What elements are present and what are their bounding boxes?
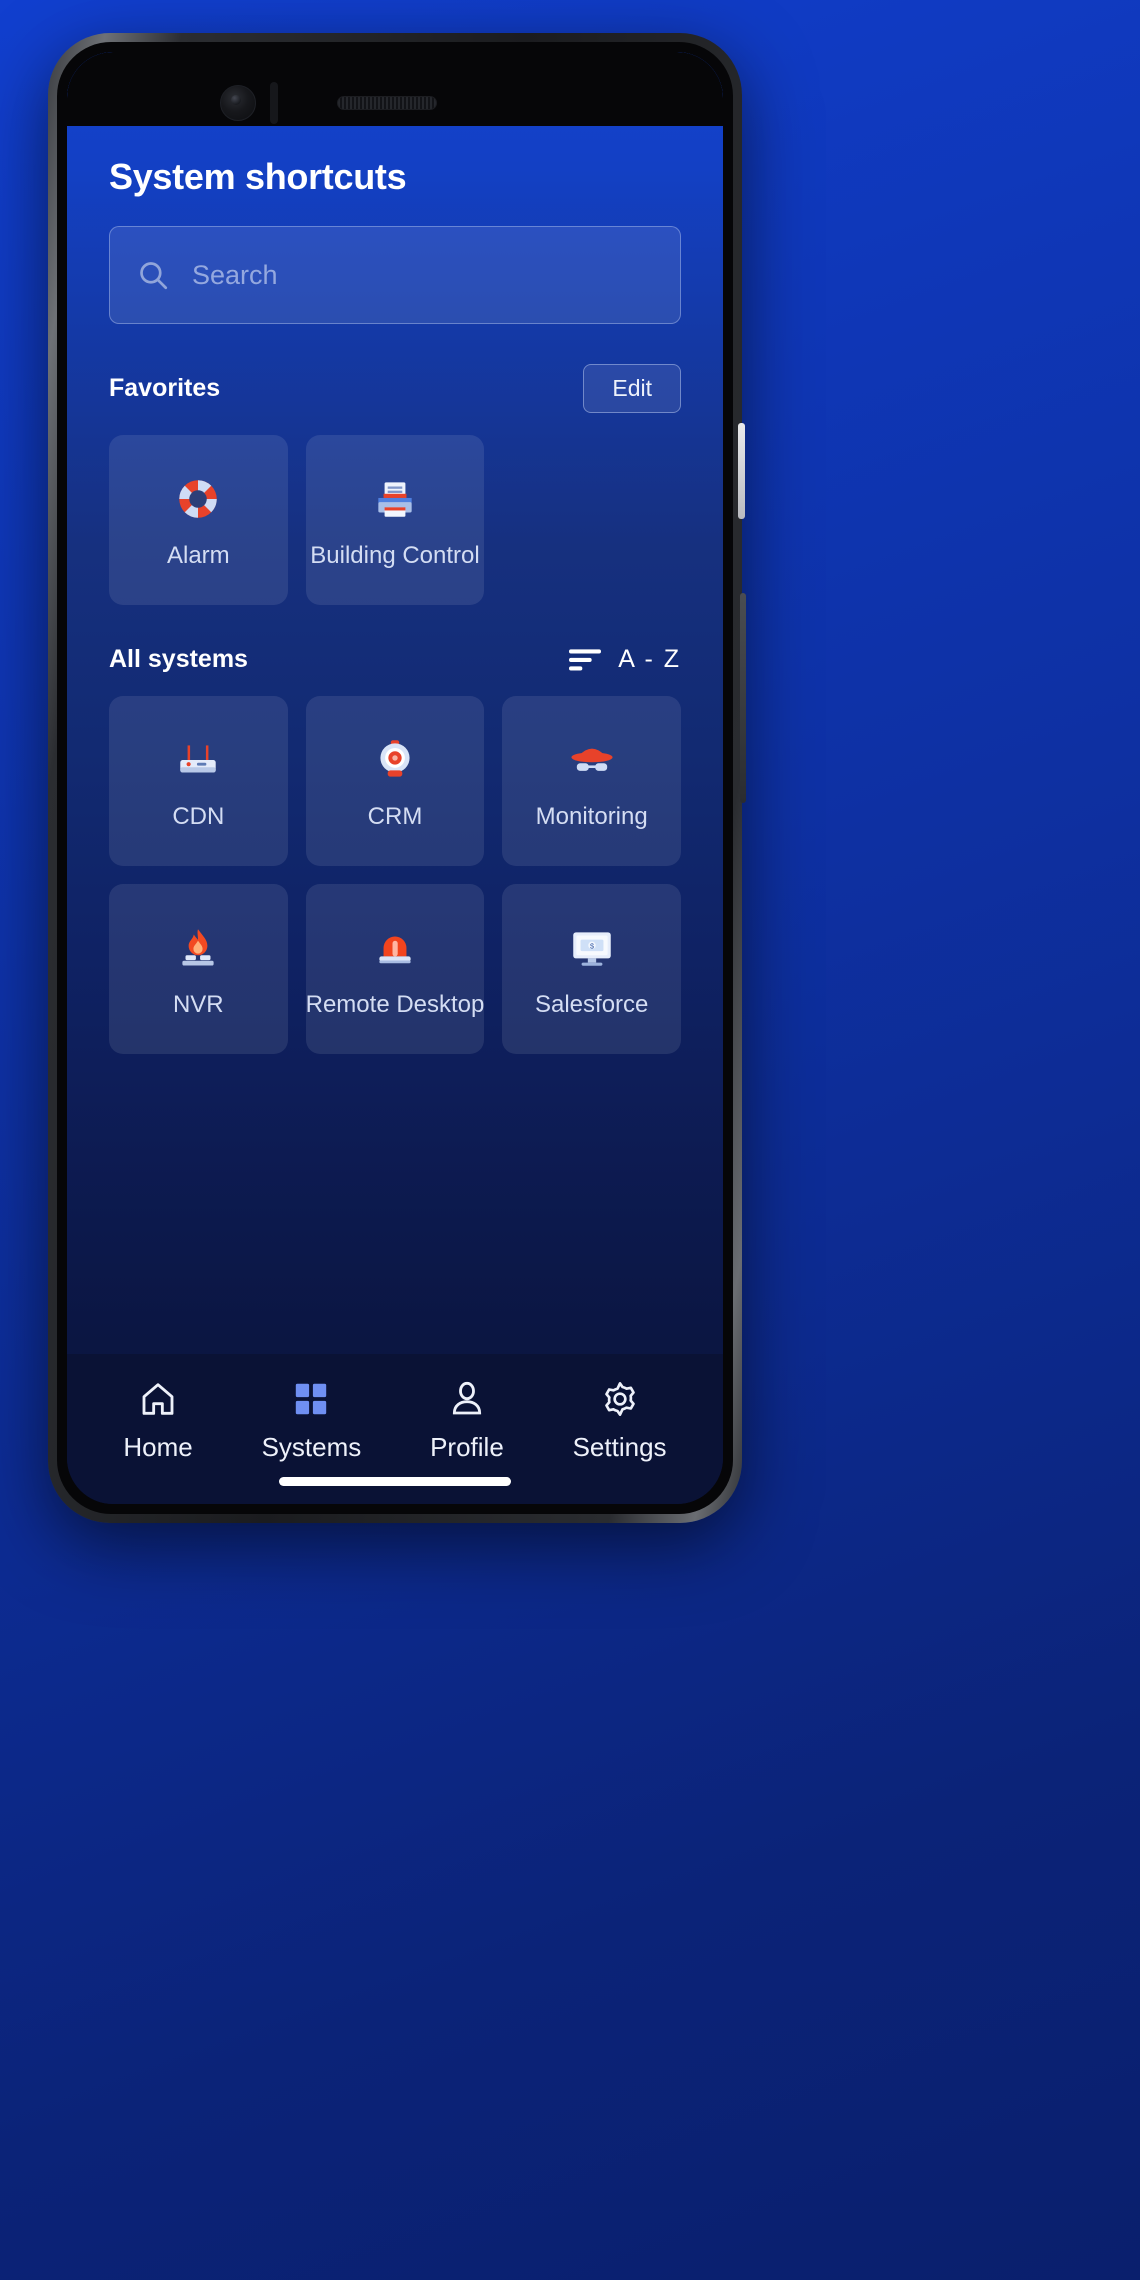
system-card-monitoring[interactable]: Monitoring bbox=[502, 696, 681, 866]
printer-icon bbox=[366, 470, 424, 528]
webcam-icon bbox=[366, 731, 424, 789]
favorite-card-alarm[interactable]: Alarm bbox=[109, 435, 288, 605]
system-card-remote-desktop[interactable]: Remote Desktop bbox=[305, 884, 485, 1054]
person-icon bbox=[446, 1378, 488, 1420]
sort-descending-icon bbox=[569, 648, 602, 671]
firewall-flame-icon bbox=[169, 919, 227, 977]
nav-label: Profile bbox=[430, 1431, 504, 1462]
system-card-label: NVR bbox=[172, 991, 224, 1018]
phone-bezel: System shortcuts Search Favorites Edit A… bbox=[57, 42, 733, 1514]
favorite-card-label: Alarm bbox=[166, 542, 230, 569]
nav-item-home[interactable]: Home bbox=[123, 1378, 193, 1463]
system-card-label: Salesforce bbox=[534, 991, 649, 1018]
system-card-label: Monitoring bbox=[535, 803, 648, 830]
all-systems-title: All systems bbox=[109, 645, 248, 673]
search-icon bbox=[140, 262, 168, 290]
detective-hat-icon bbox=[563, 731, 621, 789]
nav-label: Settings bbox=[572, 1431, 667, 1462]
search-placeholder: Search bbox=[192, 259, 278, 290]
system-card-salesforce[interactable]: $ Salesforce bbox=[502, 884, 681, 1054]
router-icon bbox=[169, 731, 227, 789]
all-systems-header: All systems A - Z bbox=[67, 605, 723, 674]
system-card-label: CRM bbox=[367, 803, 423, 830]
favorites-grid: Alarm Building Control bbox=[67, 413, 723, 605]
app-content: System shortcuts Search Favorites Edit A… bbox=[67, 52, 723, 1504]
system-card-cdn[interactable]: CDN bbox=[109, 696, 288, 866]
front-camera-icon bbox=[220, 85, 256, 121]
earpiece-speaker-icon bbox=[337, 96, 437, 110]
status-bar-notch bbox=[67, 52, 723, 126]
favorites-title: Favorites bbox=[109, 374, 221, 402]
grid-icon bbox=[290, 1378, 332, 1420]
favorites-header: Favorites Edit bbox=[67, 324, 723, 413]
sensor-bar-icon bbox=[270, 82, 278, 124]
page-title: System shortcuts bbox=[109, 156, 407, 197]
nav-label: Systems bbox=[261, 1431, 362, 1462]
monitor-money-icon: $ bbox=[563, 919, 621, 977]
favorite-card-label: Building Control bbox=[310, 542, 480, 569]
home-icon bbox=[137, 1378, 179, 1420]
sort-label: A - Z bbox=[618, 645, 681, 673]
system-card-crm[interactable]: CRM bbox=[305, 696, 485, 866]
system-card-label: Remote Desktop bbox=[305, 991, 485, 1018]
siren-icon bbox=[366, 919, 424, 977]
nav-item-settings[interactable]: Settings bbox=[573, 1378, 667, 1463]
phone-screen: System shortcuts Search Favorites Edit A… bbox=[67, 52, 723, 1504]
nav-label: Home bbox=[123, 1431, 193, 1462]
gear-icon bbox=[599, 1378, 641, 1420]
search-section: Search bbox=[67, 198, 723, 324]
system-card-label: CDN bbox=[172, 803, 225, 830]
phone-device-frame: System shortcuts Search Favorites Edit A… bbox=[48, 33, 746, 1523]
edit-favorites-button[interactable]: Edit bbox=[583, 364, 681, 413]
system-card-nvr[interactable]: NVR bbox=[109, 884, 288, 1054]
nav-item-profile[interactable]: Profile bbox=[430, 1378, 504, 1463]
power-button[interactable] bbox=[740, 593, 746, 803]
volume-button[interactable] bbox=[738, 423, 745, 519]
sort-button[interactable]: A - Z bbox=[568, 645, 681, 674]
svg-text:$: $ bbox=[590, 941, 594, 950]
home-indicator[interactable] bbox=[279, 1477, 511, 1486]
all-systems-grid: CDN CRM Monitoring NVR Remote Desktop $ … bbox=[67, 674, 723, 1054]
lifebuoy-icon bbox=[169, 470, 227, 528]
search-input[interactable]: Search bbox=[109, 226, 681, 324]
favorite-card-building-control[interactable]: Building Control bbox=[305, 435, 485, 605]
nav-item-systems[interactable]: Systems bbox=[261, 1378, 362, 1463]
